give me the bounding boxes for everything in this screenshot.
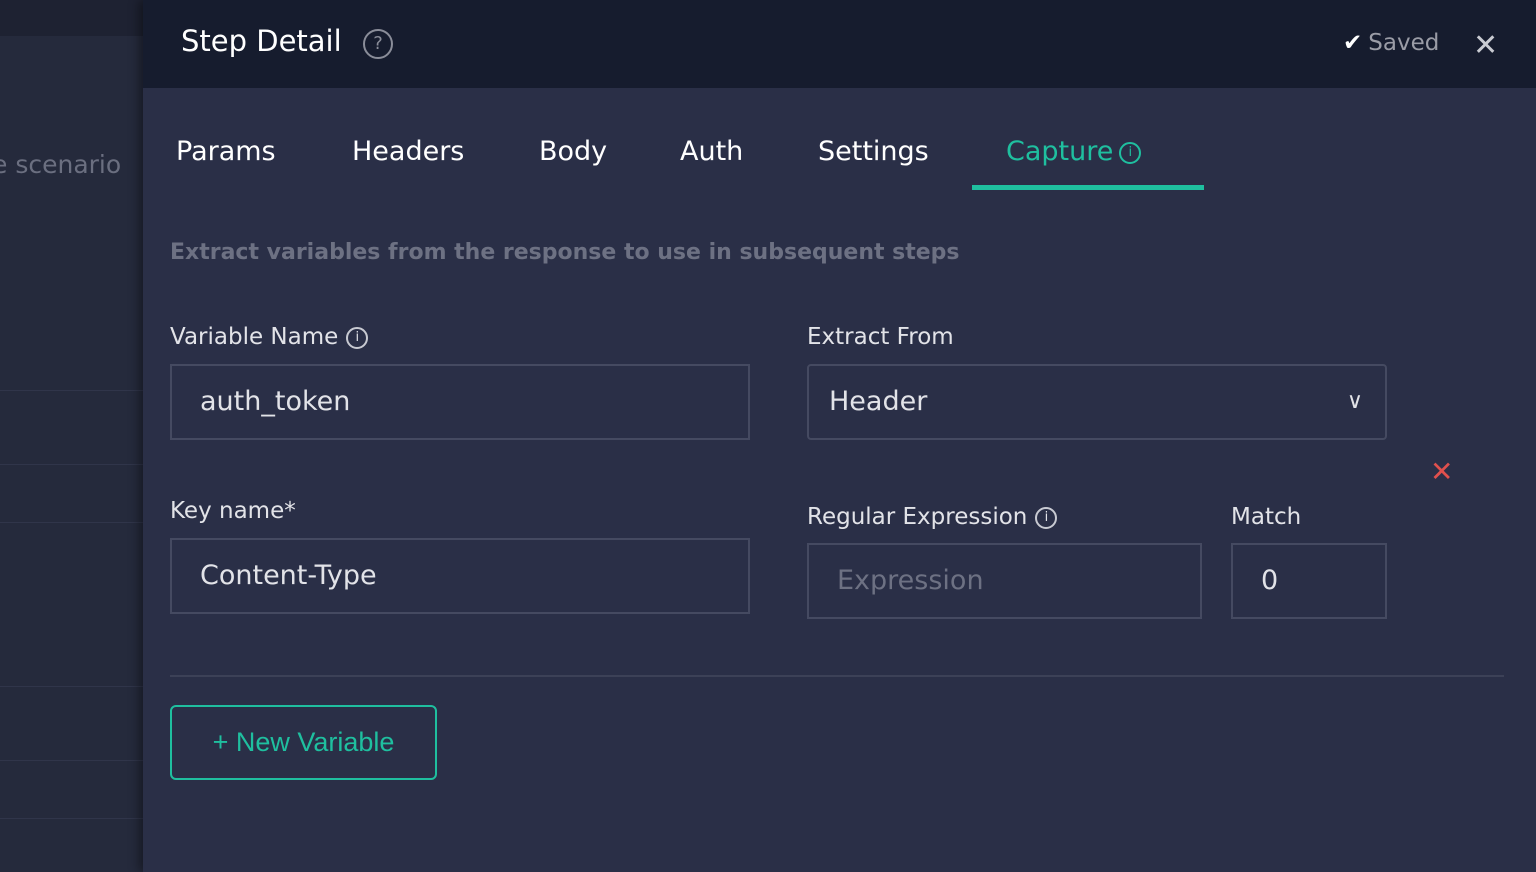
key-name-input[interactable]: Content-Type bbox=[170, 538, 750, 614]
background-text: e scenario bbox=[0, 150, 122, 179]
tab-params[interactable]: Params bbox=[176, 136, 276, 167]
variable-name-label: Variable Name i bbox=[170, 324, 369, 350]
close-icon[interactable]: ✕ bbox=[1473, 28, 1498, 63]
extract-from-select[interactable]: Header ∨ bbox=[807, 364, 1387, 440]
match-label: Match bbox=[1231, 504, 1302, 530]
divider bbox=[0, 522, 143, 523]
extract-from-value: Header bbox=[829, 386, 928, 417]
saved-status: ✔ Saved bbox=[1343, 30, 1439, 56]
info-icon[interactable]: i bbox=[1119, 141, 1142, 164]
divider bbox=[0, 760, 143, 761]
chevron-down-icon: ∨ bbox=[1346, 389, 1363, 414]
info-icon[interactable]: i bbox=[346, 326, 369, 349]
tab-capture[interactable]: Capture i bbox=[1006, 136, 1142, 167]
page-title: Step Detail bbox=[181, 24, 342, 58]
divider bbox=[0, 390, 143, 391]
saved-label: Saved bbox=[1368, 30, 1440, 56]
delete-variable-icon[interactable]: ✕ bbox=[1430, 455, 1453, 488]
match-input[interactable]: 0 bbox=[1231, 543, 1387, 619]
info-icon[interactable]: i bbox=[1035, 506, 1058, 529]
background-page: e scenario bbox=[0, 0, 143, 872]
tab-bar: Params Headers Body Auth Settings Captur… bbox=[143, 130, 1536, 192]
help-icon[interactable]: ? bbox=[363, 29, 393, 59]
divider bbox=[170, 675, 1504, 677]
key-name-label: Key name* bbox=[170, 498, 296, 524]
variable-name-input[interactable]: auth_token bbox=[170, 364, 750, 440]
tab-headers[interactable]: Headers bbox=[352, 136, 464, 167]
capture-description: Extract variables from the response to u… bbox=[170, 240, 960, 265]
divider bbox=[0, 818, 143, 819]
tab-capture-label: Capture bbox=[1006, 136, 1114, 167]
divider bbox=[0, 686, 143, 687]
check-icon: ✔ bbox=[1343, 30, 1363, 56]
label-text: Variable Name bbox=[170, 324, 339, 350]
background-topbar bbox=[0, 0, 143, 36]
regex-input[interactable]: Expression bbox=[807, 543, 1202, 619]
tab-auth[interactable]: Auth bbox=[680, 136, 743, 167]
active-tab-indicator bbox=[972, 185, 1204, 190]
divider bbox=[0, 464, 143, 465]
step-detail-panel: Step Detail ? ✔ Saved ✕ Params Headers Bo… bbox=[143, 0, 1536, 872]
extract-from-label: Extract From bbox=[807, 324, 954, 350]
label-text: Regular Expression bbox=[807, 504, 1028, 530]
regex-label: Regular Expression i bbox=[807, 504, 1058, 530]
new-variable-button[interactable]: + New Variable bbox=[170, 705, 437, 780]
tab-settings[interactable]: Settings bbox=[818, 136, 929, 167]
tab-body[interactable]: Body bbox=[539, 136, 607, 167]
panel-header: Step Detail ? ✔ Saved ✕ bbox=[143, 0, 1536, 88]
